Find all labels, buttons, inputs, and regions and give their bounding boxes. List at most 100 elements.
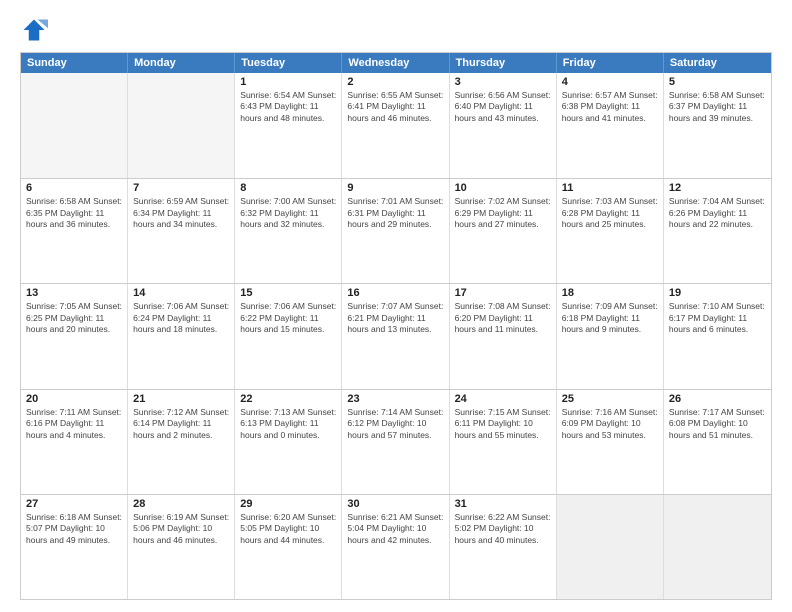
day-info: Sunrise: 7:02 AM Sunset: 6:29 PM Dayligh… (455, 196, 551, 230)
page: SundayMondayTuesdayWednesdayThursdayFrid… (0, 0, 792, 612)
calendar-cell: 5Sunrise: 6:58 AM Sunset: 6:37 PM Daylig… (664, 73, 771, 178)
day-number: 23 (347, 393, 443, 405)
calendar-cell: 24Sunrise: 7:15 AM Sunset: 6:11 PM Dayli… (450, 390, 557, 494)
day-number: 26 (669, 393, 766, 405)
day-info: Sunrise: 7:12 AM Sunset: 6:14 PM Dayligh… (133, 407, 229, 441)
calendar-week-1: 1Sunrise: 6:54 AM Sunset: 6:43 PM Daylig… (21, 73, 771, 178)
day-number: 3 (455, 76, 551, 88)
calendar-cell: 19 Sunrise: 7:10 AM Sunset: 6:17 PM Dayli… (664, 284, 771, 388)
day-number: 25 (562, 393, 658, 405)
calendar-week-4: 20 Sunrise: 7:11 AM Sunset: 6:16 PM Dayli… (21, 389, 771, 494)
calendar-cell (21, 73, 128, 178)
day-number: 11 (562, 182, 658, 194)
day-number: 7 (133, 182, 229, 194)
day-info: Sunrise: 6:18 AM Sunset: 5:07 PM Dayligh… (26, 512, 122, 546)
day-number: 15 (240, 287, 336, 299)
calendar-cell: 29 Sunrise: 6:20 AM Sunset: 5:05 PM Dayli… (235, 495, 342, 599)
day-number: 22 (240, 393, 336, 405)
day-info: Sunrise: 6:20 AM Sunset: 5:05 PM Dayligh… (240, 512, 336, 546)
header-day-monday: Monday (128, 53, 235, 73)
day-info: Sunrise: 7:01 AM Sunset: 6:31 PM Dayligh… (347, 196, 443, 230)
logo-icon (20, 16, 48, 44)
day-number: 12 (669, 182, 766, 194)
day-number: 2 (347, 76, 443, 88)
calendar-header: SundayMondayTuesdayWednesdayThursdayFrid… (21, 53, 771, 73)
day-info: Sunrise: 7:04 AM Sunset: 6:26 PM Dayligh… (669, 196, 766, 230)
day-info: Sunrise: 7:07 AM Sunset: 6:21 PM Dayligh… (347, 301, 443, 335)
day-number: 4 (562, 76, 658, 88)
calendar-cell: 28Sunrise: 6:19 AM Sunset: 5:06 PM Dayli… (128, 495, 235, 599)
calendar-cell: 3Sunrise: 6:56 AM Sunset: 6:40 PM Daylig… (450, 73, 557, 178)
day-info: Sunrise: 6:58 AM Sunset: 6:35 PM Dayligh… (26, 196, 122, 230)
day-number: 17 (455, 287, 551, 299)
calendar-cell: 18 Sunrise: 7:09 AM Sunset: 6:18 PM Dayli… (557, 284, 664, 388)
day-number: 14 (133, 287, 229, 299)
calendar-cell: 7 Sunrise: 6:59 AM Sunset: 6:34 PM Daylig… (128, 179, 235, 283)
day-number: 10 (455, 182, 551, 194)
calendar-cell: 26 Sunrise: 7:17 AM Sunset: 6:08 PM Dayli… (664, 390, 771, 494)
day-number: 31 (455, 498, 551, 510)
calendar-week-2: 6 Sunrise: 6:58 AM Sunset: 6:35 PM Daylig… (21, 178, 771, 283)
calendar-cell: 20 Sunrise: 7:11 AM Sunset: 6:16 PM Dayli… (21, 390, 128, 494)
day-info: Sunrise: 6:22 AM Sunset: 5:02 PM Dayligh… (455, 512, 551, 546)
header-day-friday: Friday (557, 53, 664, 73)
day-number: 18 (562, 287, 658, 299)
calendar-cell: 10 Sunrise: 7:02 AM Sunset: 6:29 PM Dayli… (450, 179, 557, 283)
calendar-cell: 4 Sunrise: 6:57 AM Sunset: 6:38 PM Daylig… (557, 73, 664, 178)
calendar-cell: 21Sunrise: 7:12 AM Sunset: 6:14 PM Dayli… (128, 390, 235, 494)
day-number: 28 (133, 498, 229, 510)
calendar-week-3: 13Sunrise: 7:05 AM Sunset: 6:25 PM Dayli… (21, 283, 771, 388)
day-info: Sunrise: 6:55 AM Sunset: 6:41 PM Dayligh… (347, 90, 443, 124)
calendar-cell: 23Sunrise: 7:14 AM Sunset: 6:12 PM Dayli… (342, 390, 449, 494)
day-number: 29 (240, 498, 336, 510)
day-number: 30 (347, 498, 443, 510)
calendar-cell (128, 73, 235, 178)
calendar-week-5: 27 Sunrise: 6:18 AM Sunset: 5:07 PM Dayli… (21, 494, 771, 599)
calendar-cell: 8Sunrise: 7:00 AM Sunset: 6:32 PM Daylig… (235, 179, 342, 283)
day-number: 6 (26, 182, 122, 194)
calendar-body: 1Sunrise: 6:54 AM Sunset: 6:43 PM Daylig… (21, 73, 771, 599)
day-number: 24 (455, 393, 551, 405)
day-number: 9 (347, 182, 443, 194)
calendar: SundayMondayTuesdayWednesdayThursdayFrid… (20, 52, 772, 600)
day-info: Sunrise: 7:11 AM Sunset: 6:16 PM Dayligh… (26, 407, 122, 441)
calendar-cell: 12 Sunrise: 7:04 AM Sunset: 6:26 PM Dayli… (664, 179, 771, 283)
day-number: 20 (26, 393, 122, 405)
day-info: Sunrise: 7:06 AM Sunset: 6:24 PM Dayligh… (133, 301, 229, 335)
calendar-cell: 11 Sunrise: 7:03 AM Sunset: 6:28 PM Dayli… (557, 179, 664, 283)
calendar-cell: 27 Sunrise: 6:18 AM Sunset: 5:07 PM Dayli… (21, 495, 128, 599)
day-info: Sunrise: 7:05 AM Sunset: 6:25 PM Dayligh… (26, 301, 122, 335)
calendar-cell: 22 Sunrise: 7:13 AM Sunset: 6:13 PM Dayli… (235, 390, 342, 494)
day-number: 1 (240, 76, 336, 88)
day-info: Sunrise: 6:59 AM Sunset: 6:34 PM Dayligh… (133, 196, 229, 230)
header (20, 16, 772, 44)
day-info: Sunrise: 7:03 AM Sunset: 6:28 PM Dayligh… (562, 196, 658, 230)
calendar-cell: 31 Sunrise: 6:22 AM Sunset: 5:02 PM Dayli… (450, 495, 557, 599)
day-number: 27 (26, 498, 122, 510)
day-info: Sunrise: 7:16 AM Sunset: 6:09 PM Dayligh… (562, 407, 658, 441)
calendar-cell: 14 Sunrise: 7:06 AM Sunset: 6:24 PM Dayli… (128, 284, 235, 388)
calendar-cell: 17 Sunrise: 7:08 AM Sunset: 6:20 PM Dayli… (450, 284, 557, 388)
calendar-cell: 25 Sunrise: 7:16 AM Sunset: 6:09 PM Dayli… (557, 390, 664, 494)
day-number: 16 (347, 287, 443, 299)
calendar-cell: 13Sunrise: 7:05 AM Sunset: 6:25 PM Dayli… (21, 284, 128, 388)
calendar-cell: 1Sunrise: 6:54 AM Sunset: 6:43 PM Daylig… (235, 73, 342, 178)
day-info: Sunrise: 7:17 AM Sunset: 6:08 PM Dayligh… (669, 407, 766, 441)
day-number: 19 (669, 287, 766, 299)
calendar-cell: 15 Sunrise: 7:06 AM Sunset: 6:22 PM Dayli… (235, 284, 342, 388)
day-info: Sunrise: 7:09 AM Sunset: 6:18 PM Dayligh… (562, 301, 658, 335)
day-info: Sunrise: 7:00 AM Sunset: 6:32 PM Dayligh… (240, 196, 336, 230)
day-info: Sunrise: 7:10 AM Sunset: 6:17 PM Dayligh… (669, 301, 766, 335)
calendar-cell: 6 Sunrise: 6:58 AM Sunset: 6:35 PM Daylig… (21, 179, 128, 283)
header-day-sunday: Sunday (21, 53, 128, 73)
day-number: 5 (669, 76, 766, 88)
day-info: Sunrise: 7:13 AM Sunset: 6:13 PM Dayligh… (240, 407, 336, 441)
calendar-cell (664, 495, 771, 599)
calendar-cell: 9 Sunrise: 7:01 AM Sunset: 6:31 PM Daylig… (342, 179, 449, 283)
day-info: Sunrise: 7:06 AM Sunset: 6:22 PM Dayligh… (240, 301, 336, 335)
calendar-cell (557, 495, 664, 599)
day-info: Sunrise: 6:57 AM Sunset: 6:38 PM Dayligh… (562, 90, 658, 124)
day-info: Sunrise: 7:08 AM Sunset: 6:20 PM Dayligh… (455, 301, 551, 335)
calendar-cell: 16 Sunrise: 7:07 AM Sunset: 6:21 PM Dayli… (342, 284, 449, 388)
calendar-cell: 2 Sunrise: 6:55 AM Sunset: 6:41 PM Daylig… (342, 73, 449, 178)
